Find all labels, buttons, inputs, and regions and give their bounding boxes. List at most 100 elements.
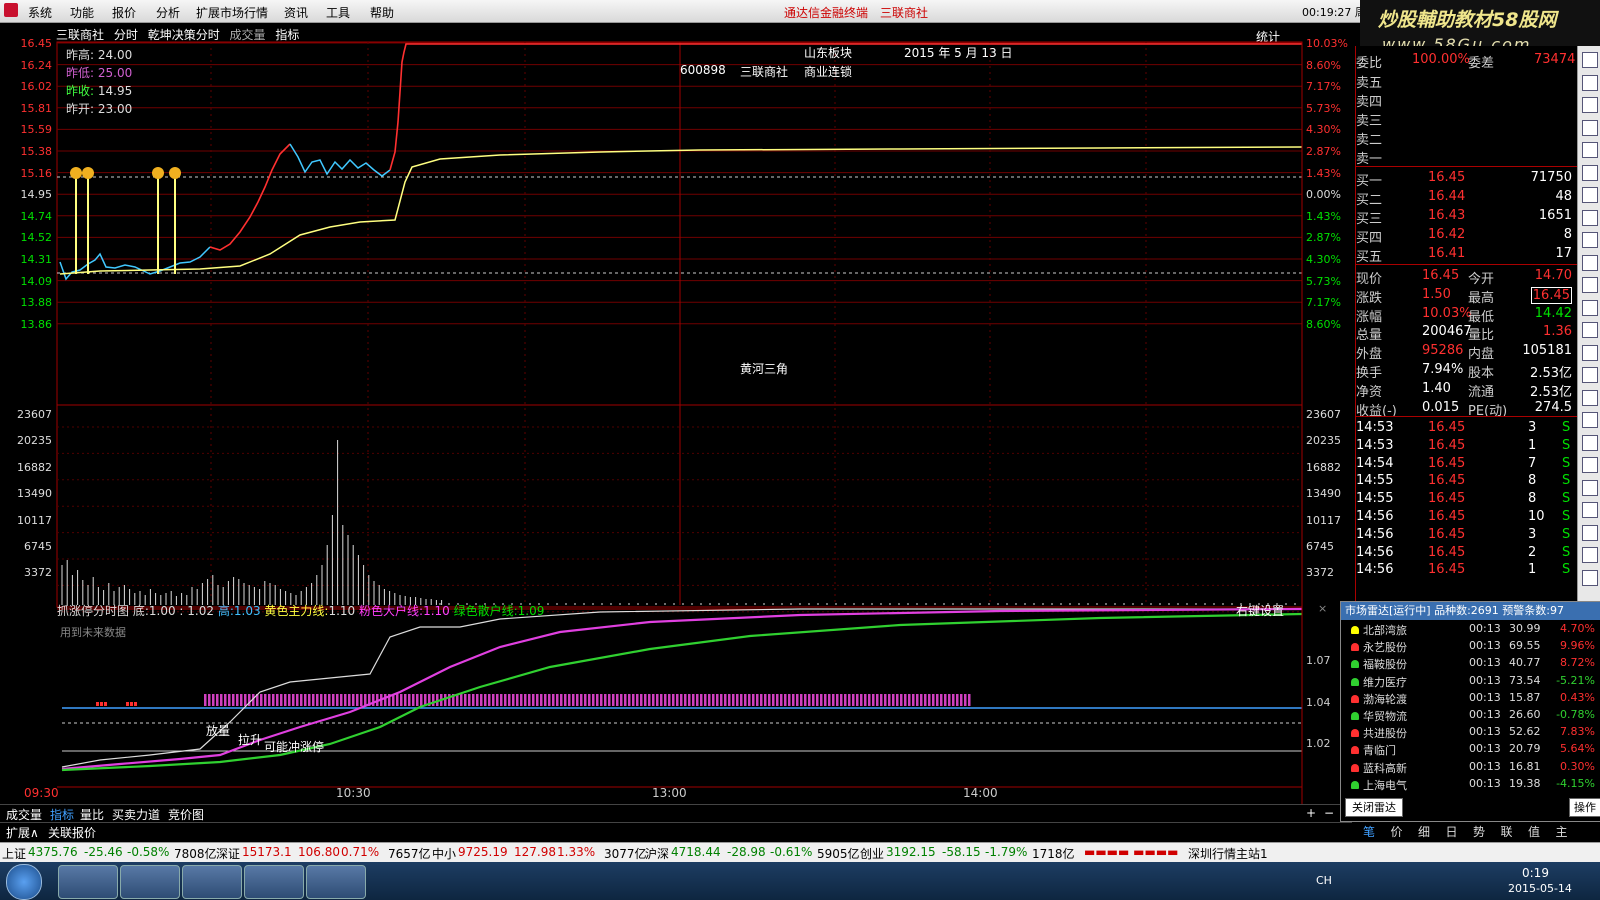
radar-row[interactable]: 维力医疗 00:13 73.54 -5.21%	[1341, 674, 1599, 691]
side-tool-icon[interactable]	[1582, 187, 1598, 203]
sub-title[interactable]: 抓涨停分时图	[57, 604, 129, 618]
side-tool-icon[interactable]	[1582, 299, 1598, 316]
side-tool-icon[interactable]	[1582, 367, 1598, 383]
taskbar-ie-icon[interactable]	[120, 865, 180, 899]
side-tool-icon[interactable]	[1582, 142, 1598, 158]
rp-tab[interactable]: 细	[1418, 823, 1430, 840]
side-tool-icon[interactable]	[1582, 164, 1598, 181]
menu-function[interactable]: 功能	[70, 4, 94, 21]
side-tool-icon[interactable]	[1582, 502, 1598, 518]
input-lang[interactable]: CH	[1316, 874, 1332, 887]
sub-high-label: 高:	[217, 604, 234, 618]
sell-level[interactable]: 卖二	[1356, 129, 1578, 148]
menu-news[interactable]: 资讯	[284, 4, 308, 21]
price-tick-right: 7.17%	[1306, 80, 1341, 94]
radar-row[interactable]: 青临门 00:13 20.79 5.64%	[1341, 742, 1599, 759]
tray-date[interactable]: 2015-05-14	[1508, 882, 1572, 895]
rp-tab[interactable]: 价	[1391, 823, 1403, 840]
side-tool-icon[interactable]	[1582, 74, 1598, 91]
station-label[interactable]: 深圳行情主站1	[1188, 845, 1268, 862]
settings-link[interactable]: 右键设置	[1236, 602, 1284, 619]
tick-side: S	[1562, 562, 1571, 578]
rp-tab[interactable]: 日	[1446, 823, 1458, 840]
menu-quote[interactable]: 报价	[112, 4, 136, 21]
rp-tab[interactable]: 值	[1528, 823, 1540, 840]
radar-row[interactable]: 永艺股份 00:13 69.55 9.96%	[1341, 639, 1599, 656]
tab-indicator[interactable]: 指标	[50, 806, 74, 823]
signal-bar	[396, 694, 399, 706]
side-tool-icon[interactable]	[1582, 524, 1598, 541]
rp-tab[interactable]: 笔	[1363, 823, 1375, 840]
buy-level[interactable]: 买三 16.43 1651	[1356, 208, 1578, 227]
side-tool-icon[interactable]	[1582, 479, 1598, 496]
tick-time: 14:56	[1356, 544, 1394, 560]
signal-bar	[616, 694, 619, 706]
radar-row[interactable]: 华贸物流 00:13 26.60 -0.78%	[1341, 708, 1599, 725]
side-tool-icon[interactable]	[1582, 412, 1598, 428]
zoom-out-icon[interactable]: −	[1324, 806, 1334, 820]
side-tool-icon[interactable]	[1582, 97, 1598, 113]
side-tool-icon[interactable]	[1582, 457, 1598, 473]
radar-time: 00:13	[1469, 656, 1501, 670]
side-tool-icon[interactable]	[1582, 254, 1598, 271]
tab-volume[interactable]: 成交量	[6, 806, 42, 823]
quote-value-2: 1.36	[1543, 324, 1572, 340]
side-tool-icon[interactable]	[1582, 434, 1598, 451]
side-tool-icon[interactable]	[1582, 232, 1598, 248]
menu-help[interactable]: 帮助	[370, 4, 394, 21]
sell-level[interactable]: 卖三	[1356, 110, 1578, 129]
menu-system[interactable]: 系统	[28, 4, 52, 21]
side-tool-icon[interactable]	[1582, 277, 1598, 293]
close-radar-button[interactable]: 关闭雷达	[1345, 798, 1403, 817]
tick-time: 14:53	[1356, 420, 1394, 435]
radar-operate-button[interactable]: 操作	[1569, 798, 1600, 817]
buy-level[interactable]: 买五 16.41 17	[1356, 246, 1578, 265]
side-tool-icon[interactable]	[1582, 389, 1598, 406]
taskbar-tdx-icon[interactable]	[182, 865, 242, 899]
menu-tools[interactable]: 工具	[326, 4, 350, 21]
start-button-icon[interactable]	[6, 864, 42, 900]
buy-level[interactable]: 买四 16.42 8	[1356, 227, 1578, 246]
side-tool-icon[interactable]	[1582, 119, 1598, 136]
bell-icon	[1351, 746, 1359, 755]
signal-bar	[724, 694, 727, 706]
side-tool-icon[interactable]	[1582, 569, 1598, 586]
tab-buy-sell-power[interactable]: 买卖力道	[112, 806, 160, 823]
radar-row[interactable]: 蓝科高新 00:13 16.81 0.30%	[1341, 760, 1599, 777]
signal-bar	[572, 694, 575, 706]
menu-extended-market[interactable]: 扩展市场行情	[196, 4, 268, 21]
side-tool-icon[interactable]	[1582, 344, 1598, 361]
signal-bar	[276, 694, 279, 706]
tab-related-quote[interactable]: 关联报价	[48, 824, 96, 841]
committee-diff-value: 73474	[1534, 52, 1576, 67]
side-tool-icon[interactable]	[1582, 52, 1598, 68]
tab-extend[interactable]: 扩展∧	[6, 824, 39, 841]
radar-row[interactable]: 渤海轮渡 00:13 15.87 0.43%	[1341, 691, 1599, 708]
sell-level[interactable]: 卖四	[1356, 91, 1578, 110]
tick-price: 16.45	[1428, 562, 1466, 578]
taskbar-app-1-icon[interactable]	[58, 865, 118, 899]
tray-time[interactable]: 0:19	[1522, 866, 1549, 880]
radar-pct: -5.21%	[1556, 673, 1595, 687]
tab-volume-ratio[interactable]: 量比	[80, 806, 104, 823]
radar-row[interactable]: 上海电气 00:13 19.38 -4.15%	[1341, 777, 1599, 794]
taskbar-folder-icon[interactable]	[244, 865, 304, 899]
buy-level[interactable]: 买二 16.44 48	[1356, 189, 1578, 208]
side-tool-icon[interactable]	[1582, 547, 1598, 563]
buy-level[interactable]: 买一 16.45 71750	[1356, 170, 1578, 189]
radar-row[interactable]: 福鞍股份 00:13 40.77 8.72%	[1341, 656, 1599, 673]
side-tool-icon[interactable]	[1582, 322, 1598, 338]
close-icon[interactable]: ×	[1318, 602, 1327, 615]
sell-level[interactable]: 卖五	[1356, 72, 1578, 91]
menu-analysis[interactable]: 分析	[156, 4, 180, 21]
radar-row[interactable]: 共进股份 00:13 52.62 7.83%	[1341, 725, 1599, 742]
taskbar-tool-icon[interactable]	[306, 865, 366, 899]
sell-level[interactable]: 卖一	[1356, 148, 1578, 167]
radar-row[interactable]: 北部湾旅 00:13 30.99 4.70%	[1341, 622, 1599, 639]
rp-tab[interactable]: 势	[1473, 823, 1485, 840]
tab-auction[interactable]: 竞价图	[168, 806, 204, 823]
rp-tab[interactable]: 主	[1556, 823, 1568, 840]
side-tool-icon[interactable]	[1582, 209, 1598, 226]
zoom-in-icon[interactable]: +	[1306, 806, 1316, 820]
rp-tab[interactable]: 联	[1501, 823, 1513, 840]
